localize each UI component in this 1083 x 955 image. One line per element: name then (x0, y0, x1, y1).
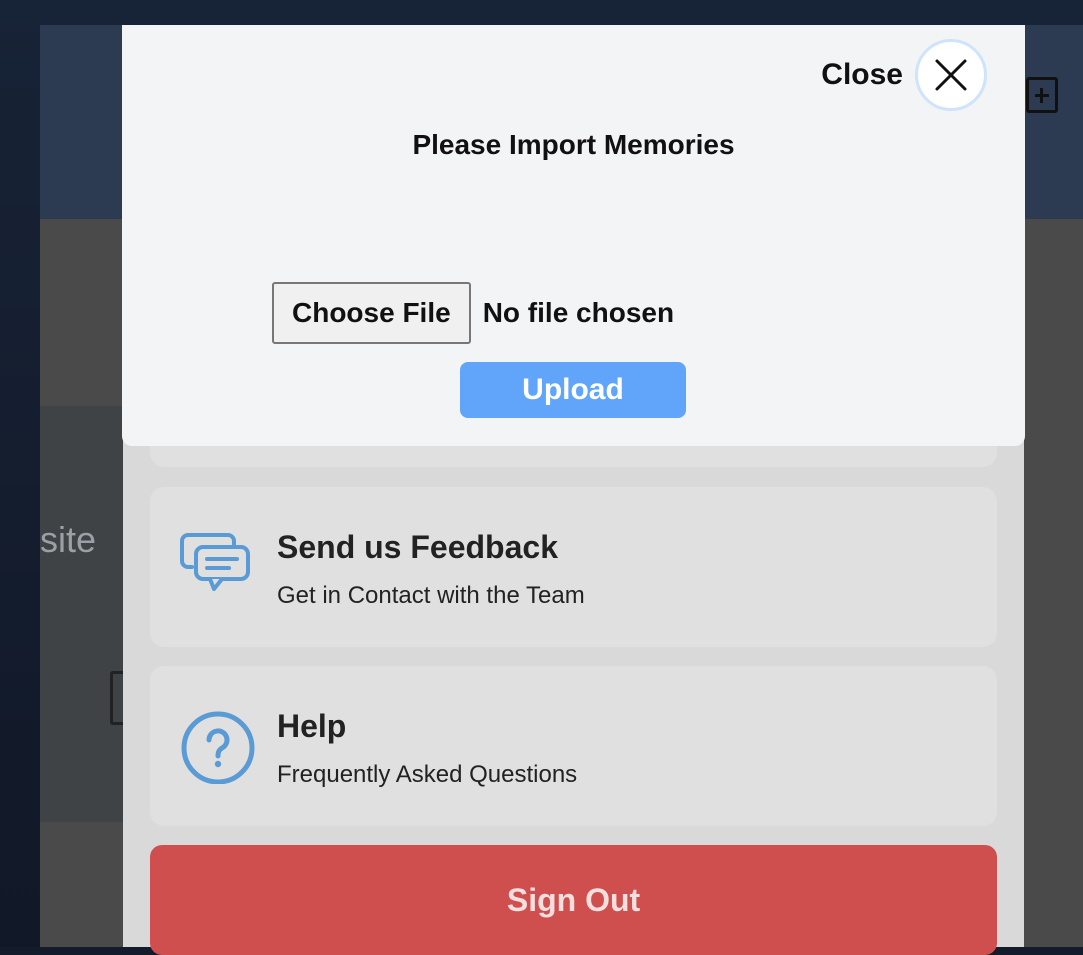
add-icon[interactable] (1026, 77, 1058, 113)
import-memories-modal: Close Please Import Memories Choose File… (122, 25, 1025, 446)
upload-button[interactable]: Upload (460, 362, 686, 418)
question-circle-icon (181, 711, 255, 784)
menu-item-title: Help (277, 708, 347, 744)
menu-item-subtitle: Frequently Asked Questions (277, 761, 578, 788)
screen-frame: site Send us Feedback Get in Contact wit… (0, 0, 1083, 955)
close-icon (935, 59, 967, 91)
background-card-text: site (40, 519, 97, 560)
menu-item-title: Send us Feedback (277, 529, 558, 565)
chat-bubbles-icon (180, 533, 250, 591)
sign-out-button[interactable]: Sign Out (150, 845, 997, 955)
menu-item-subtitle: Get in Contact with the Team (277, 582, 585, 609)
menu-item-help[interactable]: Help Frequently Asked Questions (150, 666, 997, 826)
choose-file-button[interactable]: Choose File (272, 282, 471, 344)
menu-item-feedback[interactable]: Send us Feedback Get in Contact with the… (150, 487, 997, 647)
close-label[interactable]: Close (821, 58, 903, 92)
background-card (40, 406, 130, 822)
modal-title: Please Import Memories (412, 129, 735, 160)
close-button[interactable] (915, 39, 987, 111)
close-control: Close (821, 39, 987, 111)
file-picker: Choose File No file chosen (272, 282, 674, 344)
file-status: No file chosen (482, 297, 675, 328)
